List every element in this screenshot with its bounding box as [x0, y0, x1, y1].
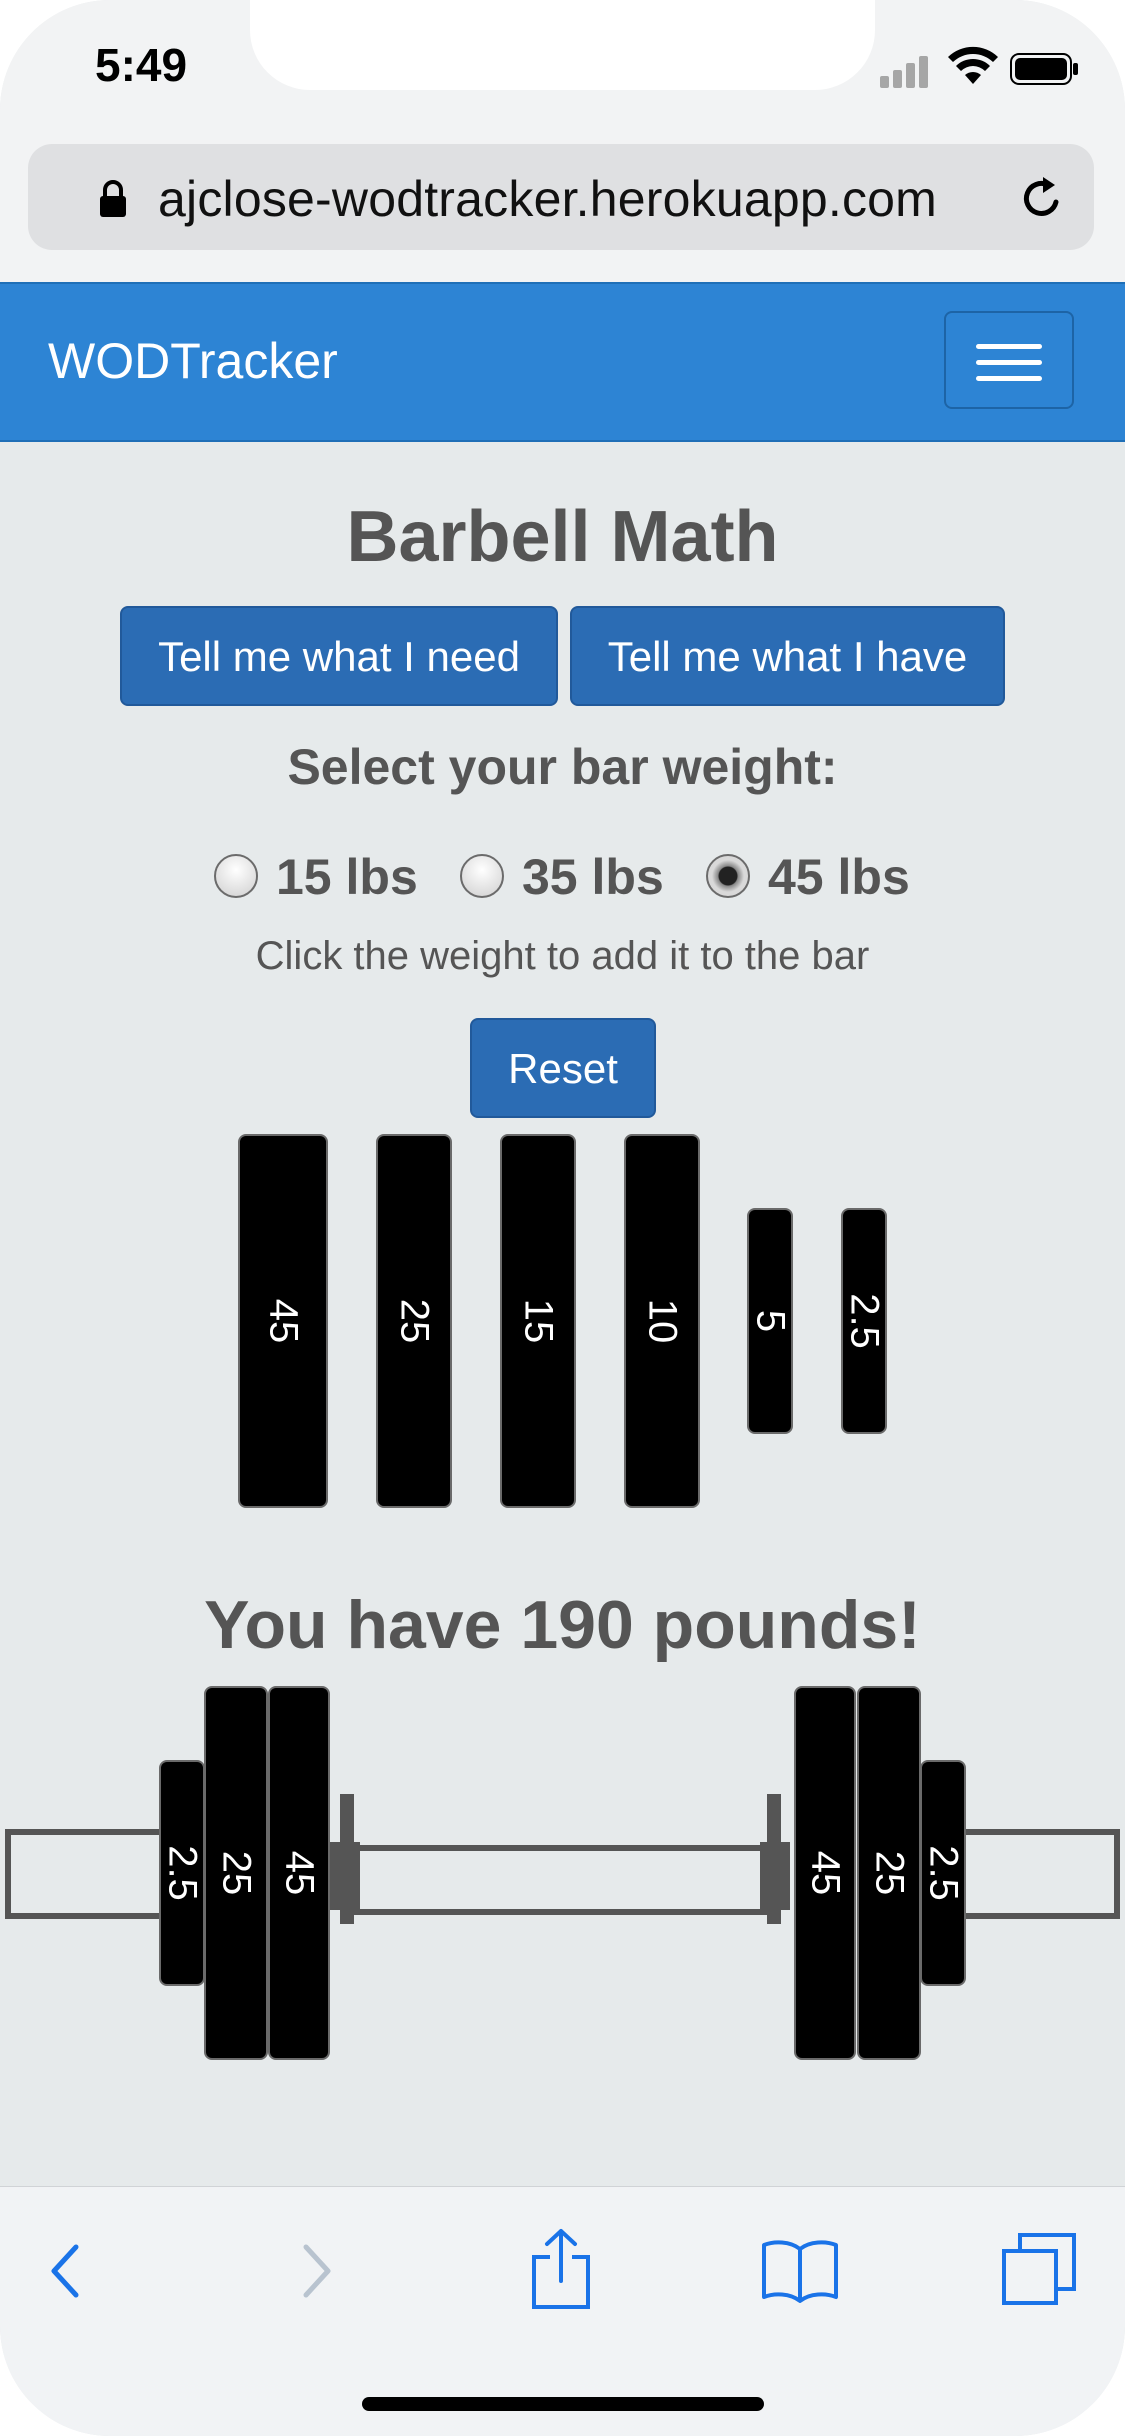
hamburger-icon [976, 344, 1042, 349]
navbar-brand[interactable]: WODTracker [48, 332, 338, 390]
address-bar[interactable]: ajclose-wodtracker.herokuapp.com [28, 144, 1094, 250]
radio-15-lbs[interactable] [214, 854, 258, 898]
radio-label-35[interactable]: 35 lbs [522, 848, 664, 906]
bar-plate-label: 45 [277, 1850, 322, 1896]
plate-label: 25 [392, 1298, 437, 1344]
bar-plate-label: 2.5 [160, 1845, 205, 1901]
navbar: WODTracker [0, 282, 1125, 442]
hamburger-icon [976, 376, 1042, 381]
hamburger-icon [976, 360, 1042, 365]
chevron-left-icon[interactable] [40, 2241, 90, 2301]
radio-label-45[interactable]: 45 lbs [768, 848, 910, 906]
url-text: ajclose-wodtracker.herokuapp.com [158, 171, 938, 227]
plate-15-button[interactable]: 15 [500, 1134, 576, 1508]
share-icon[interactable] [528, 2227, 594, 2311]
menu-toggle-button[interactable] [944, 311, 1074, 409]
bar-weight-label: Select your bar weight: [287, 739, 838, 795]
reload-icon[interactable] [1018, 174, 1066, 222]
plate-label: 2.5 [842, 1293, 887, 1349]
phone-screen: 5:49 ajclose-wodtracker.herokuapp.com WO… [0, 0, 1125, 2436]
status-time: 5:49 [95, 39, 188, 91]
reset-button[interactable]: Reset [470, 1018, 656, 1118]
bar-weight-options: 15 lbs 35 lbs 45 lbs [0, 848, 1125, 908]
radio-35-lbs[interactable] [460, 854, 504, 898]
total-weight-result: You have 190 pounds! [204, 1587, 921, 1663]
bar-plate-label: 25 [867, 1850, 912, 1896]
loaded-barbell: 2.5 25 45 45 25 2.5 [0, 1680, 1125, 2060]
battery-icon [1010, 53, 1078, 85]
bar-plate-left: 25 [204, 1686, 268, 2060]
add-weight-hint: Click the weight to add it to the bar [255, 934, 870, 978]
plate-25-button[interactable]: 25 [376, 1134, 452, 1508]
bar-plate-right: 25 [857, 1686, 921, 2060]
bar-plate-right: 2.5 [920, 1760, 966, 1986]
plate-label: 45 [261, 1298, 306, 1344]
bar-plate-left: 45 [268, 1686, 330, 2060]
wifi-icon [948, 46, 998, 84]
plate-label: 10 [640, 1298, 685, 1344]
tabs-icon[interactable] [1000, 2231, 1080, 2307]
radio-45-lbs[interactable] [706, 854, 750, 898]
bar-plate-label: 2.5 [921, 1845, 966, 1901]
notch [250, 0, 875, 90]
bar-plate-left: 2.5 [159, 1760, 205, 1986]
bar-plate-right: 45 [794, 1686, 856, 2060]
home-indicator [362, 2397, 764, 2411]
browser-chrome: 5:49 ajclose-wodtracker.herokuapp.com [0, 0, 1125, 282]
plate-5-button[interactable]: 5 [747, 1208, 793, 1434]
bar-plate-label: 45 [803, 1850, 848, 1896]
plate-label: 15 [516, 1298, 561, 1344]
plate-10-button[interactable]: 10 [624, 1134, 700, 1508]
lock-icon [100, 180, 126, 217]
book-icon[interactable] [760, 2237, 840, 2303]
bar-plate-label: 25 [214, 1850, 259, 1896]
cellular-signal-icon [880, 54, 932, 88]
plate-label: 5 [748, 1309, 793, 1333]
tell-me-what-i-have-button[interactable]: Tell me what I have [570, 606, 1005, 706]
tell-me-what-i-need-button[interactable]: Tell me what I need [120, 606, 558, 706]
page-title: Barbell Math [346, 497, 779, 577]
chevron-right-icon[interactable] [292, 2241, 342, 2301]
radio-label-15[interactable]: 15 lbs [276, 848, 418, 906]
plate-2-5-button[interactable]: 2.5 [841, 1208, 887, 1434]
plate-45-button[interactable]: 45 [238, 1134, 328, 1508]
